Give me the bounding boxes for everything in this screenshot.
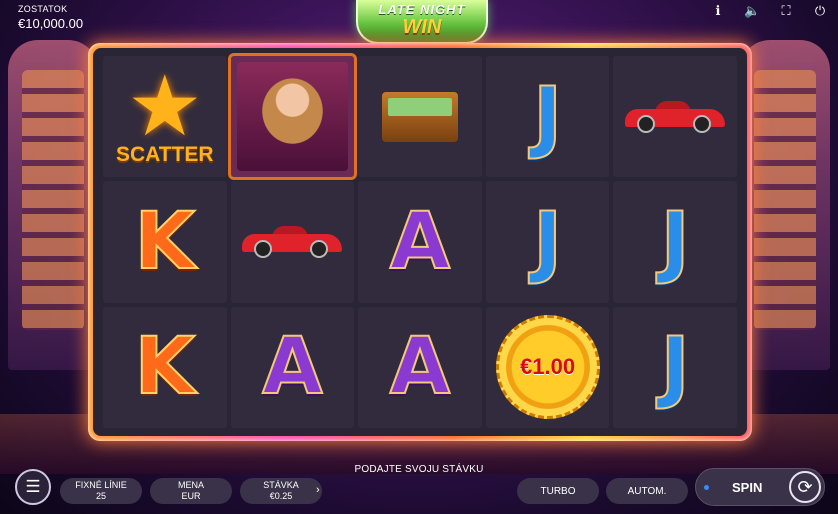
balance-label: ZOSTATOK (18, 4, 68, 14)
symbol-j: J (532, 196, 563, 287)
reel-cell-woman (227, 52, 358, 181)
refresh-icon[interactable]: ⟳ (789, 471, 821, 503)
spin-label: SPIN (732, 480, 763, 495)
lines-value: 25 (95, 491, 106, 501)
reel-cell-car (613, 56, 737, 178)
symbol-k: K (134, 196, 196, 287)
reel-cell-scatter: ★ SCATTER (103, 56, 227, 178)
autoplay-label: AUTOM. (627, 485, 667, 497)
reel-cell-j: J (485, 56, 610, 178)
turbo-label: TURBO (540, 485, 576, 497)
reel-cell-car (230, 181, 355, 303)
turbo-button[interactable]: TURBO (517, 478, 599, 504)
background-tower-right (740, 40, 830, 370)
symbol-a: A (389, 196, 451, 287)
balance-value: €10,000.00 (18, 16, 84, 31)
reel-cell-a: A (358, 306, 482, 428)
symbol-j: J (660, 322, 691, 413)
background-tower-left (8, 40, 98, 370)
bet-value: €0.25 (269, 491, 293, 501)
symbol-k: K (134, 322, 196, 413)
top-icon-bar: ℹ 🔈 ⛶ ⏻ (710, 3, 828, 19)
currency-value: EUR (181, 491, 201, 501)
woman-symbol (236, 62, 348, 172)
reel-cell-j: J (613, 306, 737, 428)
bet-arrow-icon[interactable]: › (316, 484, 320, 496)
scatter-label: SCATTER (115, 143, 214, 167)
reel-cell-chip: €1.00 (485, 306, 610, 428)
autoplay-button[interactable]: AUTOM. (606, 478, 688, 504)
lines-display: FIXNÉ LÍNIE 25 (60, 478, 142, 504)
star-icon: ★ (127, 58, 203, 153)
spin-indicator-dot (704, 485, 709, 490)
bet-label: STÁVKA (263, 480, 299, 490)
info-icon[interactable]: ℹ (710, 3, 726, 19)
symbol-a: A (389, 322, 451, 413)
reel-grid: ★ SCATTER J K A J J K A A €1.00 J (93, 48, 747, 436)
bet-selector[interactable]: STÁVKA €0.25 (240, 478, 322, 504)
chip-value: €1.00 (520, 354, 576, 380)
reel-cell-j: J (485, 181, 610, 303)
currency-display: MENA EUR (150, 478, 232, 504)
power-icon[interactable]: ⏻ (812, 3, 828, 19)
reel-frame: ★ SCATTER J K A J J K A A €1.00 J (88, 43, 752, 441)
symbol-a: A (261, 322, 323, 413)
sound-icon[interactable]: 🔈 (744, 3, 760, 19)
reel-cell-k: K (103, 306, 227, 428)
menu-button[interactable]: ☰ (15, 469, 51, 505)
reel-cell-a: A (230, 306, 355, 428)
logo-line2: WIN (402, 16, 442, 38)
reel-cell-a: A (358, 181, 482, 303)
reel-cell-j: J (613, 181, 737, 303)
spin-button[interactable]: SPIN ⟳ (695, 468, 825, 506)
lines-label: FIXNÉ LÍNIE (75, 480, 127, 490)
car-symbol (242, 224, 343, 260)
logo-line1: LATE NIGHT (378, 2, 466, 17)
balance-display: ZOSTATOK €10,000.00 (18, 4, 83, 31)
reel-cell-money (358, 56, 482, 178)
symbol-j: J (660, 196, 691, 287)
money-case-symbol (381, 91, 458, 142)
chip-symbol: €1.00 (495, 315, 600, 420)
car-symbol (625, 99, 726, 135)
symbol-j: J (532, 71, 563, 162)
fullscreen-icon[interactable]: ⛶ (778, 3, 794, 19)
hamburger-icon: ☰ (25, 477, 41, 496)
currency-label: MENA (177, 480, 204, 490)
reel-cell-k: K (103, 181, 227, 303)
game-logo: LATE NIGHT WIN (356, 0, 488, 44)
